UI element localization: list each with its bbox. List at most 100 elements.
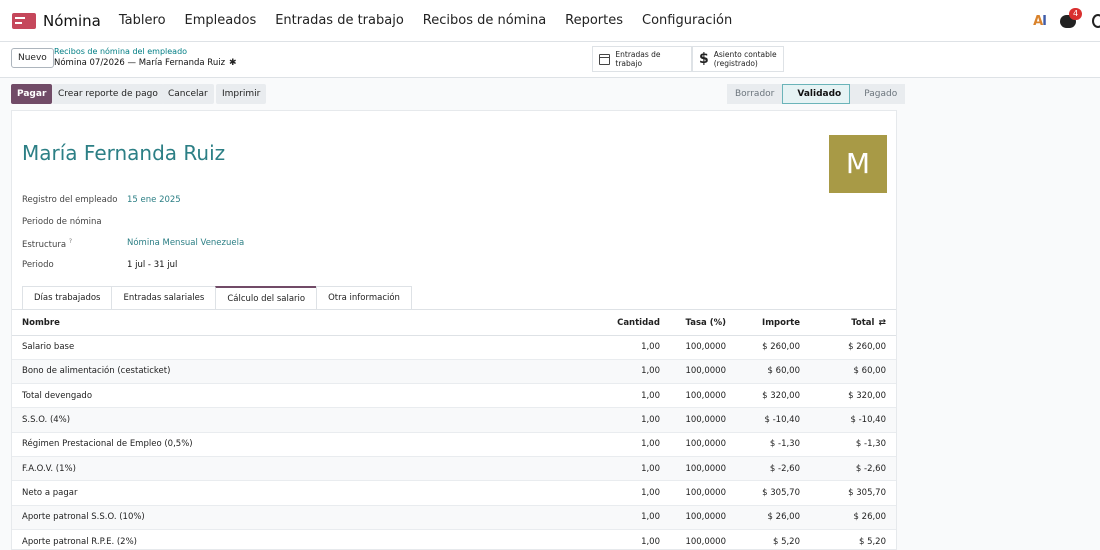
cell-tasa[interactable]: 100,0000	[670, 335, 736, 360]
work-entries-smart-button[interactable]: Entradas de trabajo	[592, 46, 692, 72]
chat-icon[interactable]: 4	[1060, 7, 1083, 28]
table-row[interactable]: S.S.O. (4%) 1,00 100,0000 $ -10,40 $ -10,40	[12, 407, 896, 433]
header-total[interactable]: Total ⇄	[810, 311, 896, 336]
cell-cantidad[interactable]: 1,00	[580, 505, 670, 530]
cell-tasa[interactable]: 100,0000	[670, 432, 736, 457]
menu-entradas-trabajo[interactable]: Entradas de trabajo	[275, 13, 404, 28]
cell-total[interactable]: $ 26,00	[810, 505, 896, 530]
menu-tablero[interactable]: Tablero	[119, 13, 166, 28]
cell-tasa[interactable]: 100,0000	[670, 529, 736, 550]
table-row[interactable]: Neto a pagar 1,00 100,0000 $ 305,70 $ 305,70	[12, 480, 896, 506]
cell-total[interactable]: $ 60,00	[810, 359, 896, 385]
table-row[interactable]: Aporte patronal S.S.O. (10%) 1,00 100,0000…	[12, 505, 896, 530]
cell-cantidad[interactable]: 1,00	[580, 335, 670, 360]
cell-tasa[interactable]: 100,0000	[670, 383, 736, 409]
help-tooltip-icon[interactable]: ?	[69, 238, 72, 245]
cell-nombre[interactable]: Neto a pagar	[12, 480, 580, 506]
cell-cantidad[interactable]: 1,00	[580, 480, 670, 506]
cancel-button[interactable]: Cancelar	[162, 84, 214, 104]
menu-empleados[interactable]: Empleados	[185, 13, 257, 28]
cell-nombre[interactable]: Bono de alimentación (cestaticket)	[12, 359, 580, 385]
print-button[interactable]: Imprimir	[216, 84, 267, 104]
activity-clock-icon[interactable]	[1092, 14, 1100, 28]
status-validado[interactable]: Validado	[782, 84, 851, 104]
cell-cantidad[interactable]: 1,00	[580, 407, 670, 433]
journal-entry-line2: (registrado)	[713, 59, 758, 68]
cell-total[interactable]: $ 5,20	[810, 529, 896, 550]
header-tasa[interactable]: Tasa (%)	[670, 311, 736, 336]
tab-entradas-salariales[interactable]: Entradas salariales	[111, 286, 217, 310]
cell-total[interactable]: $ -1,30	[810, 432, 896, 457]
journal-entry-smart-button[interactable]: $ Asiento contable (registrado)	[692, 46, 784, 72]
header-importe[interactable]: Importe	[736, 311, 810, 336]
cell-importe[interactable]: $ 320,00	[736, 383, 810, 409]
new-button[interactable]: Nuevo	[11, 48, 54, 68]
table-row[interactable]: Aporte patronal R.P.E. (2%) 1,00 100,0000 $…	[12, 529, 896, 550]
journal-entry-label: Asiento contable (registrado)	[714, 50, 777, 68]
work-entries-label: Entradas de trabajo	[615, 50, 661, 68]
cell-tasa[interactable]: 100,0000	[670, 359, 736, 385]
cell-total[interactable]: $ 260,00	[810, 335, 896, 360]
status-pagado[interactable]: Pagado	[850, 84, 906, 104]
cell-total[interactable]: $ 305,70	[810, 480, 896, 506]
cell-total[interactable]: $ -2,60	[810, 456, 896, 482]
table-row[interactable]: Bono de alimentación (cestaticket) 1,00 10…	[12, 359, 896, 385]
cell-tasa[interactable]: 100,0000	[670, 456, 736, 482]
cell-importe[interactable]: $ 5,20	[736, 529, 810, 550]
cell-importe[interactable]: $ -2,60	[736, 456, 810, 482]
cell-nombre[interactable]: Salario base	[12, 335, 580, 360]
table-row[interactable]: F.A.O.V. (1%) 1,00 100,0000 $ -2,60 $ -2,60	[12, 456, 896, 482]
table-row[interactable]: Salario base 1,00 100,0000 $ 260,00 $ 260,00	[12, 335, 896, 360]
pay-button[interactable]: Pagar	[11, 84, 53, 104]
menu-configuracion[interactable]: Configuración	[642, 13, 732, 28]
cell-importe[interactable]: $ -1,30	[736, 432, 810, 457]
payroll-app-icon[interactable]	[12, 12, 36, 29]
tab-dias-trabajados[interactable]: Días trabajados	[22, 286, 113, 310]
cell-tasa[interactable]: 100,0000	[670, 505, 736, 530]
tab-calculo-salario[interactable]: Cálculo del salario	[215, 286, 318, 310]
app-name[interactable]: Nómina	[43, 12, 101, 30]
table-row[interactable]: Régimen Prestacional de Empleo (0,5%) 1,0…	[12, 432, 896, 457]
status-bar: Borrador Validado Pagado	[727, 84, 906, 104]
cell-importe[interactable]: $ -10,40	[736, 407, 810, 433]
menu-reportes[interactable]: Reportes	[565, 13, 623, 28]
cell-importe[interactable]: $ 60,00	[736, 359, 810, 385]
breadcrumb-parent-link[interactable]: Recibos de nómina del empleado	[54, 46, 237, 57]
column-settings-icon[interactable]: ⇄	[878, 318, 886, 328]
top-navbar: Nómina Tablero Empleados Entradas de tra…	[0, 0, 1100, 42]
chat-badge: 4	[1069, 7, 1083, 20]
cell-cantidad[interactable]: 1,00	[580, 432, 670, 457]
gear-icon[interactable]: ✱	[229, 57, 237, 70]
cell-nombre[interactable]: S.S.O. (4%)	[12, 407, 580, 433]
cell-tasa[interactable]: 100,0000	[670, 407, 736, 433]
ai-assistant-icon[interactable]: AI	[1033, 14, 1047, 29]
cell-nombre[interactable]: Total devengado	[12, 383, 580, 409]
registro-value[interactable]: 15 ene 2025	[127, 195, 181, 205]
cell-nombre[interactable]: Aporte patronal S.S.O. (10%)	[12, 505, 580, 530]
cell-nombre[interactable]: F.A.O.V. (1%)	[12, 456, 580, 482]
table-row[interactable]: Total devengado 1,00 100,0000 $ 320,00 $ 320…	[12, 383, 896, 409]
status-borrador[interactable]: Borrador	[727, 84, 783, 104]
cell-total[interactable]: $ 320,00	[810, 383, 896, 409]
create-payment-report-button[interactable]: Crear reporte de pago	[52, 84, 164, 104]
navbar-systray: AI 4	[1033, 0, 1100, 42]
cell-importe[interactable]: $ 26,00	[736, 505, 810, 530]
menu-recibos-nomina[interactable]: Recibos de nómina	[423, 13, 546, 28]
cell-cantidad[interactable]: 1,00	[580, 359, 670, 385]
employee-avatar[interactable]: M	[829, 135, 887, 193]
header-cantidad[interactable]: Cantidad	[580, 311, 670, 336]
tab-otra-informacion[interactable]: Otra información	[316, 286, 412, 310]
estructura-value[interactable]: Nómina Mensual Venezuela	[127, 238, 244, 248]
header-nombre[interactable]: Nombre	[12, 311, 580, 336]
cell-nombre[interactable]: Aporte patronal R.P.E. (2%)	[12, 529, 580, 550]
cell-cantidad[interactable]: 1,00	[580, 456, 670, 482]
cell-importe[interactable]: $ 260,00	[736, 335, 810, 360]
registro-label: Registro del empleado	[22, 195, 118, 205]
cell-cantidad[interactable]: 1,00	[580, 383, 670, 409]
cell-tasa[interactable]: 100,0000	[670, 480, 736, 506]
cell-nombre[interactable]: Régimen Prestacional de Empleo (0,5%)	[12, 432, 580, 457]
cell-total[interactable]: $ -10,40	[810, 407, 896, 433]
cell-importe[interactable]: $ 305,70	[736, 480, 810, 506]
cell-cantidad[interactable]: 1,00	[580, 529, 670, 550]
periodo-value[interactable]: 1 jul - 31 jul	[127, 260, 177, 270]
